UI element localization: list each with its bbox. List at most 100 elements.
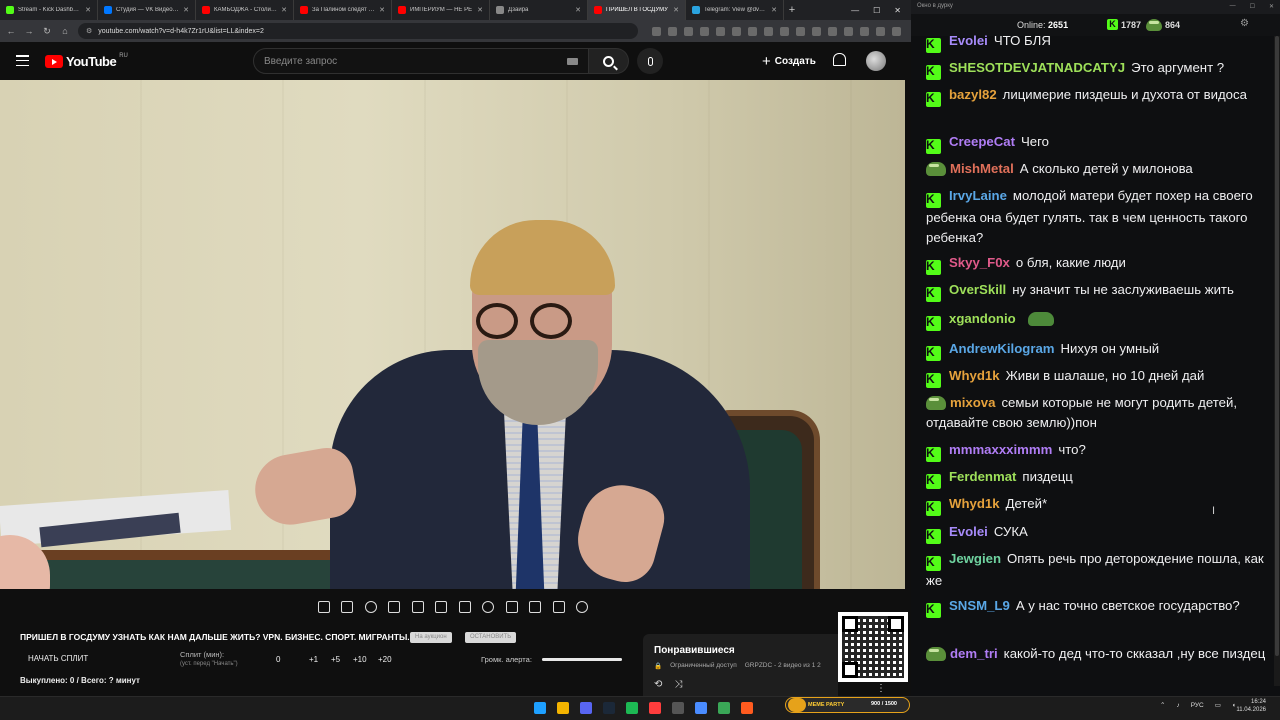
browser-tab[interactable]: Telegram: View @dvach ✕: [686, 0, 784, 20]
chat-username[interactable]: Whyd1k: [949, 496, 1000, 511]
keyboard-icon[interactable]: [567, 58, 578, 65]
browser-tab[interactable]: КАМБОДЖА - Столица ✕: [196, 0, 294, 20]
chat-settings-icon[interactable]: ⚙: [1240, 18, 1249, 29]
extension-icon[interactable]: [780, 26, 789, 36]
extension-icon[interactable]: [828, 26, 837, 36]
auction-button[interactable]: На аукцион: [410, 632, 452, 643]
maximize-icon[interactable]: ☐: [1250, 3, 1255, 10]
extension-icon[interactable]: [860, 26, 869, 36]
chat-username[interactable]: SNSM_L9: [949, 598, 1010, 613]
extension-icon[interactable]: [844, 26, 853, 36]
taskbar-clock[interactable]: 16:24 11.04.2026: [1226, 698, 1266, 714]
lab-icon[interactable]: [552, 601, 565, 613]
browser-tab-active[interactable]: ПРИШЕЛ В ГОСДУМУ ✕: [588, 0, 686, 20]
search-button[interactable]: [589, 48, 629, 74]
search-input[interactable]: Введите запрос: [253, 48, 589, 74]
meme-party-widget[interactable]: MEME PARTY 900 / 1500: [785, 697, 910, 713]
extension-icon[interactable]: [668, 26, 677, 36]
split-add-1-button[interactable]: +1: [309, 655, 318, 664]
url-field[interactable]: ⚙ youtube.com/watch?v=d-h4k7Zr1rU&list=L…: [78, 23, 638, 39]
chat-username[interactable]: AndrewKilogram: [949, 341, 1055, 356]
browser-tab[interactable]: Stream - Kick Dashboard ✕: [0, 0, 98, 20]
chat-username[interactable]: Whyd1k: [949, 368, 1000, 383]
network-icon[interactable]: ▭: [1215, 701, 1221, 709]
maximize-icon[interactable]: ☐: [873, 6, 880, 15]
close-icon[interactable]: ✕: [281, 6, 287, 14]
speed-icon[interactable]: [482, 601, 495, 613]
input-language[interactable]: РУС: [1191, 702, 1204, 709]
extension-icon[interactable]: [652, 26, 661, 36]
playlist-icon[interactable]: [458, 601, 471, 613]
create-button[interactable]: + Создать: [756, 50, 822, 72]
chat-username[interactable]: Skyy_F0x: [949, 255, 1010, 270]
chat-username[interactable]: MishMetal: [950, 161, 1014, 176]
start-split-button[interactable]: НАЧАТЬ СПЛИТ: [28, 654, 88, 663]
clip-icon[interactable]: [411, 601, 424, 613]
close-icon[interactable]: ✕: [379, 6, 385, 14]
home-icon[interactable]: ⌂: [60, 26, 70, 36]
repeat-icon[interactable]: ⟲: [654, 679, 662, 690]
chat-username[interactable]: CreepeCat: [949, 134, 1015, 149]
add-icon[interactable]: [505, 601, 518, 613]
new-tab-button[interactable]: +: [784, 4, 800, 16]
chat-scrollbar[interactable]: [1274, 36, 1280, 686]
close-icon[interactable]: ✕: [1269, 3, 1274, 10]
broadcast-icon[interactable]: [364, 601, 377, 613]
close-icon[interactable]: ✕: [673, 6, 679, 14]
chat-username[interactable]: xgandonio: [949, 311, 1016, 326]
shuffle-icon[interactable]: ⤨: [674, 679, 682, 690]
extension-icon[interactable]: [764, 26, 773, 36]
notifications-icon[interactable]: [833, 53, 846, 66]
close-icon[interactable]: ✕: [575, 6, 581, 14]
more-options-icon[interactable]: ⋮: [876, 683, 886, 694]
minimize-icon[interactable]: —: [851, 6, 859, 15]
site-info-icon[interactable]: ⚙: [86, 27, 92, 35]
chat-username[interactable]: mmmaxxximmm: [949, 442, 1052, 457]
extension-icon[interactable]: [812, 26, 821, 36]
minimize-icon[interactable]: —: [1230, 3, 1236, 10]
chat-username[interactable]: dem_tri: [950, 646, 998, 661]
settings-icon[interactable]: [575, 601, 588, 613]
chat-username[interactable]: IrvyLaine: [949, 188, 1007, 203]
split-add-20-button[interactable]: +20: [378, 655, 392, 664]
split-add-5-button[interactable]: +5: [331, 655, 340, 664]
back-icon[interactable]: ←: [6, 26, 16, 36]
browser-tab[interactable]: Дзайра ✕: [490, 0, 588, 20]
taskbar-app-icon[interactable]: [534, 702, 546, 714]
taskbar-app-icon[interactable]: [580, 702, 592, 714]
taskbar-app-icon[interactable]: [718, 702, 730, 714]
chat-username[interactable]: SHESOTDEVJATNADCATYJ: [949, 60, 1125, 75]
chat-username[interactable]: Ferdenmat: [949, 469, 1016, 484]
extension-icon[interactable]: [732, 26, 741, 36]
extension-icon[interactable]: [684, 26, 693, 36]
extension-icon[interactable]: [796, 26, 805, 36]
chat-username[interactable]: mixova: [950, 395, 995, 410]
chat-username[interactable]: Evolei: [949, 33, 988, 48]
watch-later-icon[interactable]: [388, 601, 401, 613]
browser-tab[interactable]: За Палином следят в д ✕: [294, 0, 392, 20]
split-value-button[interactable]: 0: [276, 655, 280, 664]
taskbar-app-icon[interactable]: [649, 702, 661, 714]
split-add-10-button[interactable]: +10: [353, 655, 367, 664]
extension-icon[interactable]: [748, 26, 757, 36]
taskbar-app-icon[interactable]: [695, 702, 707, 714]
stop-button[interactable]: ОСТАНОВИТЬ: [465, 632, 517, 643]
chat-username[interactable]: OverSkill: [949, 282, 1006, 297]
pip-icon[interactable]: [435, 601, 448, 613]
close-icon[interactable]: ✕: [771, 6, 777, 14]
taskbar-app-icon[interactable]: [626, 702, 638, 714]
menu-icon[interactable]: [16, 55, 29, 66]
close-window-icon[interactable]: ✕: [894, 6, 901, 15]
forward-icon[interactable]: →: [24, 26, 34, 36]
browser-tab[interactable]: Студия — VK Видео Live ✕: [98, 0, 196, 20]
playlist-title[interactable]: Понравившиеся: [654, 645, 735, 656]
close-icon[interactable]: ✕: [183, 6, 189, 14]
chat-username[interactable]: bazyl82: [949, 87, 997, 102]
chat-username[interactable]: Evolei: [949, 524, 988, 539]
close-icon[interactable]: ✕: [477, 6, 483, 14]
alert-volume-slider[interactable]: [542, 658, 622, 661]
taskbar-app-icon[interactable]: [741, 702, 753, 714]
extension-icon[interactable]: [716, 26, 725, 36]
tray-chevron-icon[interactable]: ⌃: [1160, 701, 1165, 709]
reload-icon[interactable]: ↻: [42, 26, 52, 37]
